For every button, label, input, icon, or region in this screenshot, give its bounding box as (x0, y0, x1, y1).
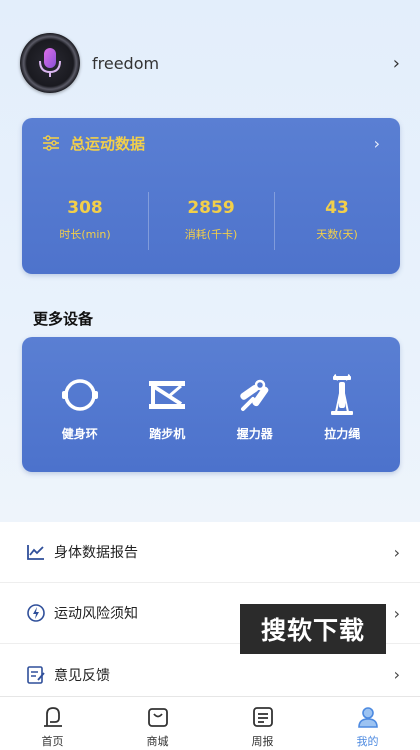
stat-value: 308 (67, 198, 103, 218)
device-stepper[interactable]: 踏步机 (132, 375, 202, 442)
avatar[interactable] (20, 33, 80, 93)
total-stats-card[interactable]: 总运动数据 › 308 时长(min) 2859 消耗(千卡) 43 天数(天) (22, 118, 400, 274)
stepper-icon (144, 375, 190, 415)
username: freedom (92, 53, 160, 73)
stat-value: 2859 (187, 198, 235, 218)
shop-bag-icon (145, 704, 171, 730)
stats-header[interactable]: 总运动数据 › (42, 132, 380, 154)
stat-label: 消耗(千卡) (184, 228, 238, 241)
tab-label: 首页 (41, 735, 64, 748)
devices-card: 健身环 踏步机 握力器 拉力绳 (22, 337, 400, 472)
profile-chevron-icon[interactable]: › (393, 53, 400, 74)
device-label: 拉力绳 (324, 427, 361, 441)
watermark: 搜软下载 (240, 604, 386, 654)
stat-days: 43 天数(天) (274, 192, 400, 252)
tab-label: 周报 (251, 735, 274, 748)
menu-item-body-report[interactable]: 身体数据报告 › (0, 522, 420, 583)
more-devices-title: 更多设备 (33, 310, 94, 328)
device-label: 健身环 (61, 427, 98, 441)
chevron-right-icon: › (393, 603, 400, 623)
menu-label: 意见反馈 (54, 667, 110, 684)
tab-label: 商城 (146, 735, 169, 748)
tab-label: 我的 (356, 735, 379, 748)
stat-calories: 2859 消耗(千卡) (148, 192, 274, 252)
chevron-right-icon: › (393, 665, 400, 684)
device-fitness-ring[interactable]: 健身环 (45, 375, 115, 442)
resistance-band-icon (319, 374, 365, 415)
stats-row: 308 时长(min) 2859 消耗(千卡) 43 天数(天) (22, 192, 400, 252)
fitness-ring-icon (57, 375, 103, 415)
tab-home[interactable]: 首页 (0, 697, 105, 750)
hand-gripper-icon (232, 375, 278, 415)
risk-icon (26, 603, 46, 623)
menu-label: 身体数据报告 (54, 545, 138, 561)
home-icon (40, 704, 66, 730)
watermark-text: 搜软下载 (260, 616, 365, 645)
device-hand-gripper[interactable]: 握力器 (220, 375, 290, 442)
stat-duration: 308 时长(min) (22, 192, 148, 252)
stat-value: 43 (325, 198, 349, 218)
stat-label: 时长(min) (59, 228, 111, 241)
tab-weekly-report[interactable]: 周报 (210, 697, 315, 750)
profile-icon (355, 704, 381, 730)
tab-mine[interactable]: 我的 (315, 697, 420, 750)
microphone-icon (39, 48, 61, 77)
report-icon (250, 704, 276, 730)
chevron-right-icon: › (393, 542, 400, 562)
device-resistance-band[interactable]: 拉力绳 (307, 374, 377, 442)
chart-icon (26, 542, 46, 562)
device-label: 踏步机 (149, 427, 186, 441)
profile-header[interactable]: freedom › (20, 33, 400, 93)
filter-settings-icon (43, 135, 59, 151)
stats-chevron-icon[interactable]: › (374, 134, 380, 153)
bottom-tab-bar: 首页 商城 周报 我的 (0, 696, 420, 750)
feedback-icon (26, 665, 46, 685)
stats-title: 总运动数据 (70, 134, 146, 153)
device-label: 握力器 (236, 427, 273, 441)
tab-shop[interactable]: 商城 (105, 697, 210, 750)
stat-label: 天数(天) (316, 228, 358, 241)
